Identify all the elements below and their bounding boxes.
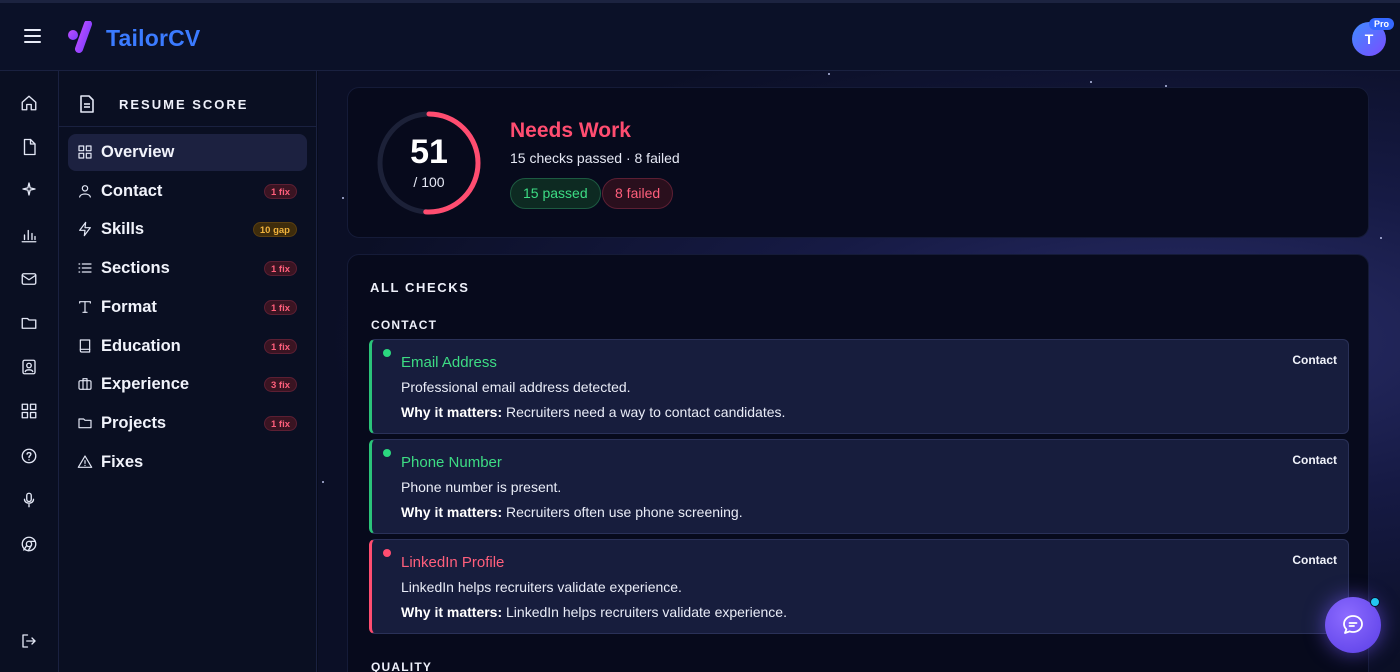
background-star xyxy=(322,481,324,483)
all-checks-card: ALL CHECKS CONTACT Email Address Profess… xyxy=(347,254,1369,672)
check-title: Email Address xyxy=(401,354,497,371)
score-max: / 100 xyxy=(413,174,445,190)
why-label: Why it matters: xyxy=(401,504,503,520)
check-category-tag: Contact xyxy=(1292,553,1337,567)
nav-item-format[interactable]: Format 1 fix xyxy=(68,289,307,326)
fix-count-badge: 3 fix xyxy=(263,377,297,392)
check-description: LinkedIn helps recruiters validate exper… xyxy=(401,579,682,595)
apps-grid-icon[interactable] xyxy=(19,401,39,421)
nav-item-label: Fixes xyxy=(101,453,144,471)
nav-item-label: Sections xyxy=(101,259,170,277)
check-why: Why it matters: Recruiters often use pho… xyxy=(401,504,743,520)
document-icon xyxy=(80,95,94,113)
check-why: Why it matters: LinkedIn helps recruiter… xyxy=(401,604,787,620)
why-label: Why it matters: xyxy=(401,404,503,420)
background-star xyxy=(342,197,344,199)
grid-icon xyxy=(77,144,94,161)
fix-count-badge: 1 fix xyxy=(263,184,297,199)
fix-count-badge: 1 fix xyxy=(263,416,297,431)
nav-item-label: Overview xyxy=(101,143,175,161)
nav-item-label: Format xyxy=(101,298,157,316)
checks-title: ALL CHECKS xyxy=(370,280,470,295)
fix-count-badge: 1 fix xyxy=(263,339,297,354)
mail-icon[interactable] xyxy=(19,269,39,289)
status-dot xyxy=(383,449,391,457)
warning-icon xyxy=(77,454,94,471)
score-summary-card: 51 / 100 Needs Work 15 checks passed · 8… xyxy=(347,87,1369,238)
score-value: 51 xyxy=(410,133,448,171)
check-title: LinkedIn Profile xyxy=(401,554,505,571)
online-indicator xyxy=(1370,597,1380,607)
pro-badge: Pro xyxy=(1369,18,1395,30)
status-dot xyxy=(383,549,391,557)
sparkle-icon[interactable] xyxy=(19,179,39,199)
fix-count-badge: 1 fix xyxy=(263,261,297,276)
home-icon[interactable] xyxy=(19,93,39,113)
resume-score-sidebar: RESUME SCORE Overview Contact 1 fix Skil… xyxy=(59,71,317,672)
nav-item-label: Skills xyxy=(101,220,145,238)
list-icon xyxy=(77,260,94,277)
check-title: Phone Number xyxy=(401,454,502,471)
bar-chart-icon[interactable] xyxy=(19,225,39,245)
nav-item-label: Projects xyxy=(101,414,167,432)
help-icon[interactable] xyxy=(19,446,39,466)
why-text: Recruiters need a way to contact candida… xyxy=(506,404,786,420)
brand-name[interactable]: TailorCV xyxy=(106,25,200,52)
passed-filter-pill[interactable]: 15 passed xyxy=(510,178,601,209)
check-email-address[interactable]: Email Address Professional email address… xyxy=(369,339,1349,434)
chat-icon xyxy=(1343,615,1363,634)
score-status: Needs Work xyxy=(510,119,631,142)
nav-item-label: Contact xyxy=(101,182,163,200)
sidebar-title: RESUME SCORE xyxy=(119,97,249,112)
nav-item-experience[interactable]: Experience 3 fix xyxy=(68,366,307,403)
fix-count-badge: 1 fix xyxy=(263,300,297,315)
check-description: Phone number is present. xyxy=(401,479,562,495)
why-label: Why it matters: xyxy=(401,604,503,620)
nav-item-sections[interactable]: Sections 1 fix xyxy=(68,250,307,287)
check-linkedin-profile[interactable]: LinkedIn Profile LinkedIn helps recruite… xyxy=(369,539,1349,634)
browser-icon[interactable] xyxy=(19,534,39,554)
status-dot xyxy=(383,349,391,357)
sidebar-header: RESUME SCORE xyxy=(59,71,317,127)
check-why: Why it matters: Recruiters need a way to… xyxy=(401,404,785,420)
check-description: Professional email address detected. xyxy=(401,379,631,395)
logo-icon xyxy=(68,21,92,53)
nav-item-overview[interactable]: Overview xyxy=(68,134,307,171)
check-phone-number[interactable]: Phone Number Phone number is present. Wh… xyxy=(369,439,1349,534)
folder-icon[interactable] xyxy=(19,313,39,333)
briefcase-icon xyxy=(77,376,94,393)
nav-item-label: Education xyxy=(101,337,181,355)
main-content: 51 / 100 Needs Work 15 checks passed · 8… xyxy=(318,71,1400,672)
folder-icon xyxy=(77,415,94,432)
menu-icon[interactable] xyxy=(24,27,42,43)
contact-card-icon[interactable] xyxy=(19,357,39,377)
document-icon[interactable] xyxy=(19,137,39,157)
nav-item-label: Experience xyxy=(101,375,190,393)
book-icon xyxy=(77,338,94,355)
group-label-quality: QUALITY xyxy=(371,660,433,672)
check-category-tag: Contact xyxy=(1292,353,1337,367)
nav-item-projects[interactable]: Projects 1 fix xyxy=(68,405,307,442)
icon-rail xyxy=(0,71,59,672)
gap-count-badge: 10 gap xyxy=(252,222,297,237)
checks-summary: 15 checks passed · 8 failed xyxy=(510,150,680,166)
background-star xyxy=(1090,81,1092,83)
nav-item-fixes[interactable]: Fixes xyxy=(68,444,307,481)
nav-item-education[interactable]: Education 1 fix xyxy=(68,328,307,365)
why-text: LinkedIn helps recruiters validate exper… xyxy=(506,604,787,620)
why-text: Recruiters often use phone screening. xyxy=(506,504,743,520)
group-label-contact: CONTACT xyxy=(371,318,438,332)
microphone-icon[interactable] xyxy=(19,490,39,510)
user-icon xyxy=(77,183,94,200)
background-star xyxy=(1380,237,1382,239)
failed-filter-pill[interactable]: 8 failed xyxy=(602,178,674,209)
logout-icon[interactable] xyxy=(19,631,39,651)
nav-item-skills[interactable]: Skills 10 gap xyxy=(68,211,307,248)
check-category-tag: Contact xyxy=(1292,453,1337,467)
nav-item-contact[interactable]: Contact 1 fix xyxy=(68,173,307,210)
type-icon xyxy=(77,299,94,316)
zap-icon xyxy=(77,221,94,238)
background-star xyxy=(828,73,830,75)
top-bar: TailorCV T Pro xyxy=(0,0,1400,71)
